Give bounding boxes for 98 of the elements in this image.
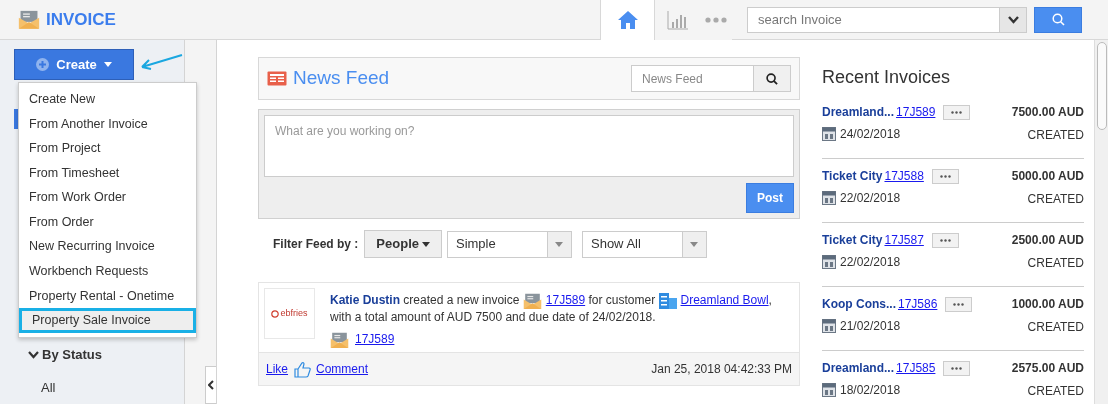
- invoice-link[interactable]: 17J589: [545, 292, 586, 310]
- invoice-amount: 7500.00 AUD: [1011, 104, 1084, 121]
- invoice-number-link[interactable]: 17J589: [896, 103, 936, 121]
- search-field[interactable]: search Invoice: [747, 6, 1000, 33]
- people-filter-button[interactable]: People: [364, 230, 442, 258]
- invoice-amount: 1000.00 AUD: [1011, 296, 1084, 313]
- home-tab[interactable]: [600, 0, 655, 40]
- search-icon: [1051, 13, 1065, 26]
- invoice-status: CREATED: [1027, 127, 1084, 144]
- bar-chart-icon: [666, 9, 689, 30]
- invoice-date: 18/02/2018: [840, 382, 901, 399]
- section-toggle[interactable]: By Status: [14, 345, 184, 365]
- logo-mark-icon: [271, 309, 280, 318]
- customer-name[interactable]: Koop Cons...: [822, 295, 896, 313]
- calendar-icon: [822, 127, 836, 141]
- more-options-button[interactable]: [931, 168, 959, 184]
- newspaper-icon: [267, 71, 287, 86]
- create-menu-item[interactable]: From Another Invoice: [19, 111, 196, 137]
- feed-item-text: Katie Dustin created a new invoice 17J589 for customer Dreamland Bowl, with a total amount of AUD 7500 and due date of 24/02/2018.: [330, 291, 773, 327]
- avatar-logo: ebfries: [264, 288, 315, 339]
- search-button[interactable]: [1034, 6, 1082, 33]
- filter-label: Filter Feed by :: [273, 236, 359, 253]
- more-icon: [939, 174, 951, 178]
- create-menu-item[interactable]: New Recurring Invoice: [19, 234, 196, 260]
- chevron-icon: [28, 350, 39, 359]
- more-options-button[interactable]: [945, 296, 973, 312]
- invoice-amount: 5000.00 AUD: [1011, 168, 1084, 185]
- invoice-date: 24/02/2018: [840, 126, 901, 143]
- create-menu-item[interactable]: From Work Order: [19, 185, 196, 210]
- create-button[interactable]: Create: [14, 49, 134, 80]
- more-options-button[interactable]: [931, 232, 959, 248]
- invoice-number-link[interactable]: 17J587: [884, 231, 924, 249]
- more-icon: [705, 16, 727, 23]
- invoice-number-link[interactable]: 17J586: [898, 295, 938, 313]
- building-icon: [658, 292, 677, 309]
- more-icon: [951, 110, 963, 114]
- app-title: INVOICE: [46, 8, 116, 31]
- attachment-link[interactable]: 17J589: [355, 331, 395, 349]
- composer-field[interactable]: What are you working on?: [264, 115, 794, 177]
- search-icon: [766, 72, 778, 85]
- create-menu-item[interactable]: Property Sale Invoice: [19, 308, 196, 333]
- calendar-icon: [822, 383, 836, 397]
- like-link[interactable]: Like: [266, 360, 288, 379]
- feed-timestamp: Jan 25, 2018 04:42:33 PM: [651, 361, 792, 379]
- calendar-icon: [822, 319, 836, 333]
- news-feed-title: News Feed: [293, 66, 390, 91]
- more-icon: [953, 302, 965, 306]
- invoice-status: CREATED: [1027, 255, 1084, 272]
- caret-icon: [422, 241, 430, 247]
- more-icon: [951, 366, 963, 370]
- more-options-button[interactable]: [943, 360, 971, 376]
- recent-invoices-title: Recent Invoices: [822, 66, 952, 89]
- news-feed-search-field[interactable]: News Feed: [631, 65, 754, 92]
- invoice-date: 22/02/2018: [840, 190, 901, 207]
- active-item-bar: [14, 109, 18, 129]
- calendar-icon: [822, 191, 836, 205]
- invoice-number-link[interactable]: 17J585: [896, 359, 936, 377]
- envelope-invoice-icon: [18, 10, 40, 29]
- invoice-date: 21/02/2018: [840, 318, 901, 335]
- thumbs-up-icon: [294, 360, 311, 378]
- news-feed-search-button[interactable]: [754, 65, 791, 92]
- invoice-date: 22/02/2018: [840, 254, 901, 271]
- invoice-amount: 2500.00 AUD: [1011, 232, 1084, 249]
- invoice-amount: 2575.00 AUD: [1011, 360, 1084, 377]
- plus-circle-icon: [36, 58, 50, 71]
- envelope-invoice-icon: [330, 331, 349, 348]
- collapse-button[interactable]: [205, 366, 216, 404]
- home-icon: [616, 9, 639, 30]
- more-icon: [939, 238, 951, 242]
- create-menu-item[interactable]: From Timesheet: [19, 160, 196, 186]
- customer-name[interactable]: Ticket City: [822, 231, 883, 249]
- scrollbar-thumb[interactable]: [1096, 42, 1107, 130]
- caret-icon: [555, 241, 564, 247]
- filter-select[interactable]: Simple: [447, 230, 572, 258]
- envelope-invoice-icon: [522, 292, 542, 309]
- create-menu-item[interactable]: Create New: [19, 87, 196, 112]
- dropdown-toggle[interactable]: [1000, 6, 1027, 33]
- create-menu-item[interactable]: From Project: [19, 136, 196, 161]
- status-filter-item[interactable]: All: [14, 377, 184, 397]
- invoice-number-link[interactable]: 17J588: [884, 167, 924, 185]
- filter-select[interactable]: Show All: [582, 230, 707, 258]
- create-menu-item[interactable]: Property Rental - Onetime: [19, 283, 196, 309]
- invoice-status: CREATED: [1027, 319, 1084, 336]
- customer-name[interactable]: Dreamland...: [822, 103, 895, 121]
- create-menu-item[interactable]: From Order: [19, 209, 196, 235]
- customer-link[interactable]: Dreamland Bowl: [680, 292, 769, 310]
- more-options-button[interactable]: [943, 104, 971, 120]
- caret-icon: [690, 241, 699, 247]
- chevron-left-icon: [208, 380, 214, 390]
- invoice-status: CREATED: [1027, 191, 1084, 208]
- create-menu-item[interactable]: Workbench Requests: [19, 259, 196, 284]
- comment-link[interactable]: Comment: [316, 360, 369, 379]
- customer-name[interactable]: Dreamland...: [822, 359, 895, 377]
- calendar-icon: [822, 255, 836, 269]
- caret-icon: [103, 62, 112, 67]
- customer-name[interactable]: Ticket City: [822, 167, 883, 185]
- chevron-down-icon: [1007, 15, 1019, 24]
- invoice-status: CREATED: [1027, 383, 1084, 400]
